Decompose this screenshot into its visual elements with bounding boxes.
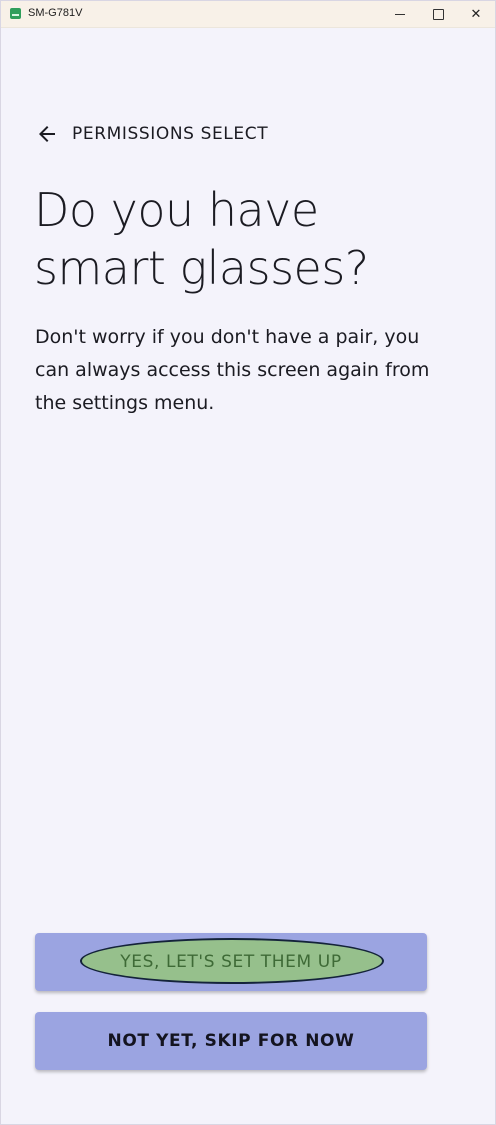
window-title: SM-G781V	[28, 7, 83, 19]
minimize-icon	[395, 13, 405, 15]
header-title: PERMISSIONS SELECT	[72, 124, 269, 144]
maximize-button[interactable]	[418, 1, 458, 27]
close-icon: ✕	[470, 6, 482, 22]
header: PERMISSIONS SELECT	[35, 119, 268, 149]
app-window: SM-G781V ✕ PERMISSIONS SELECT Do you hav…	[0, 0, 496, 1125]
arrow-back-icon[interactable]	[35, 122, 59, 146]
minimize-button[interactable]	[380, 1, 420, 27]
close-button[interactable]: ✕	[456, 1, 496, 27]
skip-label: NOT YET, SKIP FOR NOW	[107, 1031, 355, 1051]
title-bar: SM-G781V ✕	[1, 1, 495, 28]
description-text: Don't worry if you don't have a pair, yo…	[35, 326, 430, 414]
skip-button[interactable]: NOT YET, SKIP FOR NOW	[35, 1012, 427, 1070]
page-title: Do you have smart glasses?	[34, 183, 369, 295]
maximize-icon	[432, 8, 444, 20]
app-icon	[10, 8, 21, 19]
yes-set-up-label: YES, LET'S SET THEM UP	[120, 952, 342, 972]
yes-set-up-button[interactable]: YES, LET'S SET THEM UP	[35, 933, 427, 991]
